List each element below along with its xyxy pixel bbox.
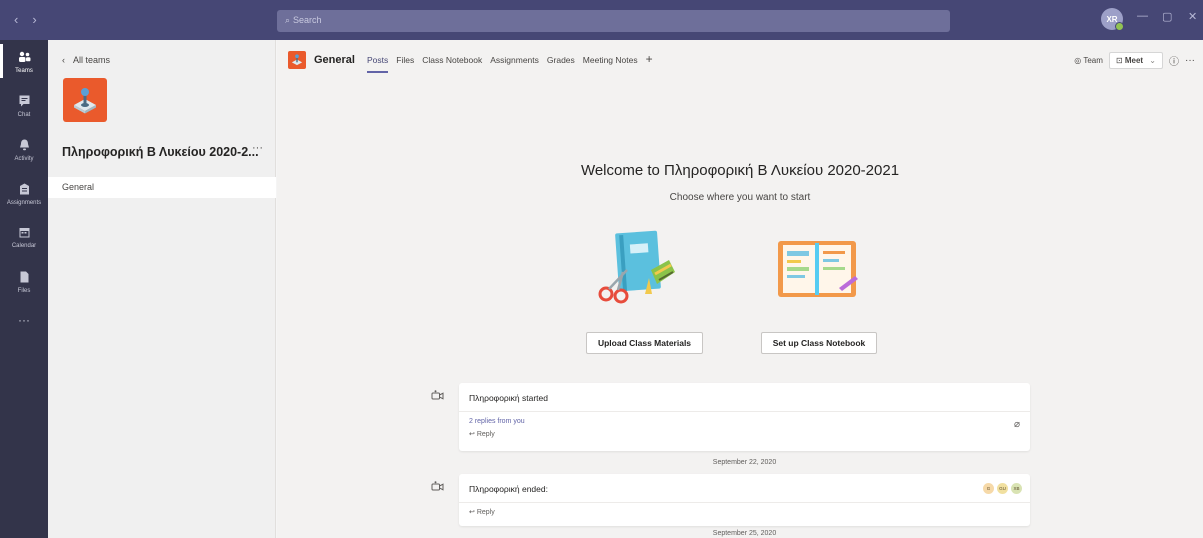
reply-label: Reply [476,509,495,516]
post-title: Πληροφορική started [469,393,548,403]
add-tab-button[interactable]: + [646,52,653,66]
info-icon[interactable]: ⓘ [1169,53,1179,68]
channel-header: General Posts Files Class Notebook Assig… [277,40,1203,84]
close-button[interactable]: ✕ [1188,10,1197,23]
header-actions: ◎ Team ⊡ Meet ⌄ ⓘ ··· [1074,52,1195,69]
tab-files[interactable]: Files [396,55,414,66]
team-button-label: Team [1083,56,1103,65]
participant-avatars: G GU XB [983,483,1022,494]
chevron-left-icon: ‹ [62,55,65,65]
rail-label-calendar: Calendar [11,243,37,249]
tab-meeting-notes[interactable]: Meeting Notes [583,55,638,66]
channel-tabs: Posts Files Class Notebook Assignments G… [367,52,653,73]
team-name: Πληροφορική Β Λυκείου 2020-2... [62,145,259,159]
joystick-icon [74,88,96,114]
calendar-icon [19,227,30,241]
rail-label-teams: Teams [15,67,33,74]
search-icon: ⌕ [285,15,291,25]
team-panel: ‹ All teams Πληροφορική Β Λυκείου 2020-2… [48,40,276,538]
avatar[interactable]: XR [1101,8,1124,31]
avatar[interactable]: XB [1011,483,1022,494]
meet-button-label: Meet [1124,56,1144,65]
rail-label-chat: Chat [17,111,31,118]
chevron-down-icon[interactable]: ⌄ [1149,56,1156,65]
bell-icon [19,139,30,154]
app-rail: Teams Chat Activity Assignments Calendar… [0,40,48,538]
title-bar: ‹ › ⌕ Search XR — ▢ ✕ [0,0,1203,40]
set-up-class-notebook-button[interactable]: Set up Class Notebook [761,332,877,354]
post-title: Πληροφορική ended: [469,484,548,494]
channel-team-logo [288,51,306,69]
reply-arrow-icon: ↩ [469,509,475,516]
tab-posts[interactable]: Posts [367,55,389,73]
files-icon [20,271,29,286]
tab-assignments[interactable]: Assignments [490,55,539,66]
all-teams-link[interactable]: ‹ All teams [62,55,110,65]
forward-arrow-icon[interactable]: › [32,12,36,27]
video-camera-icon: ⊡ [1115,56,1123,65]
avatar[interactable]: G [983,483,994,494]
rail-item-activity[interactable]: Activity [0,128,48,172]
reply-arrow-icon: ↩ [469,431,475,438]
rail-item-chat[interactable]: Chat [0,84,48,128]
channel-title: General [314,54,355,66]
more-options-icon[interactable]: ··· [1185,55,1195,66]
date-separator: September 22, 2020 [712,459,777,466]
teams-icon [18,51,31,66]
rail-item-assignments[interactable]: Assignments [0,172,48,216]
back-arrow-icon[interactable]: ‹ [14,12,18,27]
welcome-subtitle: Choose where you want to start [669,192,811,203]
team-more-options-icon[interactable]: ··· [252,142,263,154]
rail-label-files: Files [17,287,31,294]
nav-arrows: ‹ › [14,12,37,27]
paperclip-icon[interactable]: ⌀ [1014,419,1020,430]
avatar[interactable]: GU [997,483,1008,494]
reply-label: Reply [476,431,495,438]
reply-button[interactable]: ↩ Reply [459,425,1030,443]
meeting-icon [431,390,445,404]
search-input[interactable]: ⌕ Search [277,10,950,32]
all-teams-label: All teams [73,55,111,65]
rail-label-assignments: Assignments [6,199,42,206]
minimize-button[interactable]: — [1137,10,1148,22]
upload-class-materials-button[interactable]: Upload Class Materials [586,332,703,354]
search-placeholder: Search [293,15,322,25]
rail-item-calendar[interactable]: Calendar [0,216,48,260]
reply-button[interactable]: ↩ Reply [459,503,1030,521]
post-card: Πληροφορική started 2 replies from you ↩… [459,383,1030,451]
welcome-title: Welcome to Πληροφορική Β Λυκείου 2020-20… [580,162,900,179]
date-separator: September 25, 2020 [712,530,777,537]
post-card: Πληροφορική ended: ↩ Reply G GU XB [459,474,1030,526]
rail-label-activity: Activity [14,155,34,162]
team-button[interactable]: ◎ Team [1074,56,1103,65]
rail-item-teams[interactable]: Teams [0,40,48,84]
maximize-button[interactable]: ▢ [1162,10,1172,23]
channel-item-general[interactable]: General [48,177,276,198]
assignments-icon [19,183,30,198]
open-notebook-illustration [778,241,858,297]
chat-icon [19,95,30,110]
notebook-scissors-illustration [598,230,675,304]
main-content: General Posts Files Class Notebook Assig… [277,40,1203,538]
tab-grades[interactable]: Grades [547,55,575,66]
team-logo[interactable] [63,78,107,122]
more-apps-button[interactable]: ··· [0,298,48,342]
joystick-icon [291,54,303,66]
replies-link[interactable]: 2 replies from you [459,412,1030,425]
tab-class-notebook[interactable]: Class Notebook [422,55,482,66]
eye-icon: ◎ [1074,56,1082,65]
meeting-icon [431,481,445,495]
meet-button[interactable]: ⊡ Meet ⌄ [1108,52,1163,69]
